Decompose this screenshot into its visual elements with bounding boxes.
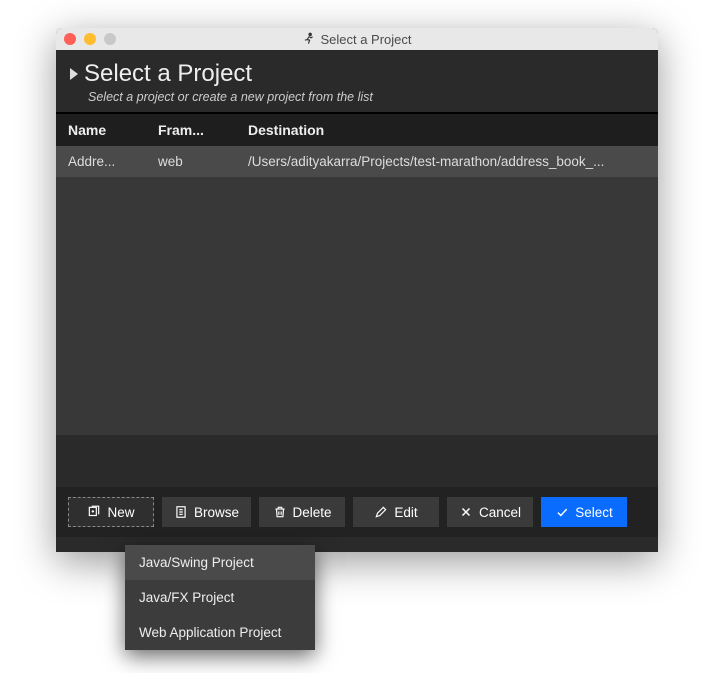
- column-header-destination[interactable]: Destination: [248, 122, 646, 138]
- close-x-icon: [459, 505, 473, 519]
- select-button[interactable]: Select: [541, 497, 627, 527]
- dropdown-item-swing[interactable]: Java/Swing Project: [125, 545, 315, 580]
- page-title: Select a Project: [84, 60, 252, 88]
- dialog-window: Select a Project Select a Project Select…: [56, 28, 658, 552]
- column-header-framework[interactable]: Fram...: [158, 122, 248, 138]
- table-row[interactable]: Addre... web /Users/adityakarra/Projects…: [56, 146, 658, 177]
- edit-button[interactable]: Edit: [353, 497, 439, 527]
- cell-name: Addre...: [68, 154, 158, 169]
- titlebar: Select a Project: [56, 28, 658, 50]
- new-icon: [87, 505, 101, 519]
- edit-button-label: Edit: [394, 505, 417, 520]
- window-title: Select a Project: [56, 32, 658, 47]
- dialog-header: Select a Project Select a project or cre…: [56, 50, 658, 114]
- window-title-text: Select a Project: [320, 32, 411, 47]
- new-button[interactable]: New: [68, 497, 154, 527]
- cancel-button[interactable]: Cancel: [447, 497, 533, 527]
- delete-button[interactable]: Delete: [259, 497, 345, 527]
- spacer: [56, 435, 658, 487]
- page-subtitle: Select a project or create a new project…: [88, 90, 644, 104]
- table-header-row: Name Fram... Destination: [56, 114, 658, 146]
- browse-button-label: Browse: [194, 505, 239, 520]
- new-button-label: New: [107, 505, 134, 520]
- select-button-label: Select: [575, 505, 613, 520]
- delete-button-label: Delete: [293, 505, 332, 520]
- cell-framework: web: [158, 154, 248, 169]
- triangle-icon: [70, 68, 78, 80]
- pencil-icon: [374, 505, 388, 519]
- check-icon: [555, 505, 569, 519]
- runner-icon: [302, 32, 316, 46]
- cell-destination: /Users/adityakarra/Projects/test-maratho…: [248, 154, 646, 169]
- table-body-empty: [56, 177, 658, 435]
- trash-icon: [273, 505, 287, 519]
- browse-icon: [174, 505, 188, 519]
- button-bar: New Browse Delete Edit Cancel: [56, 487, 658, 537]
- cancel-button-label: Cancel: [479, 505, 521, 520]
- column-header-name[interactable]: Name: [68, 122, 158, 138]
- browse-button[interactable]: Browse: [162, 497, 251, 527]
- new-dropdown-menu: Java/Swing Project Java/FX Project Web A…: [125, 545, 315, 650]
- dropdown-item-web[interactable]: Web Application Project: [125, 615, 315, 650]
- dropdown-item-javafx[interactable]: Java/FX Project: [125, 580, 315, 615]
